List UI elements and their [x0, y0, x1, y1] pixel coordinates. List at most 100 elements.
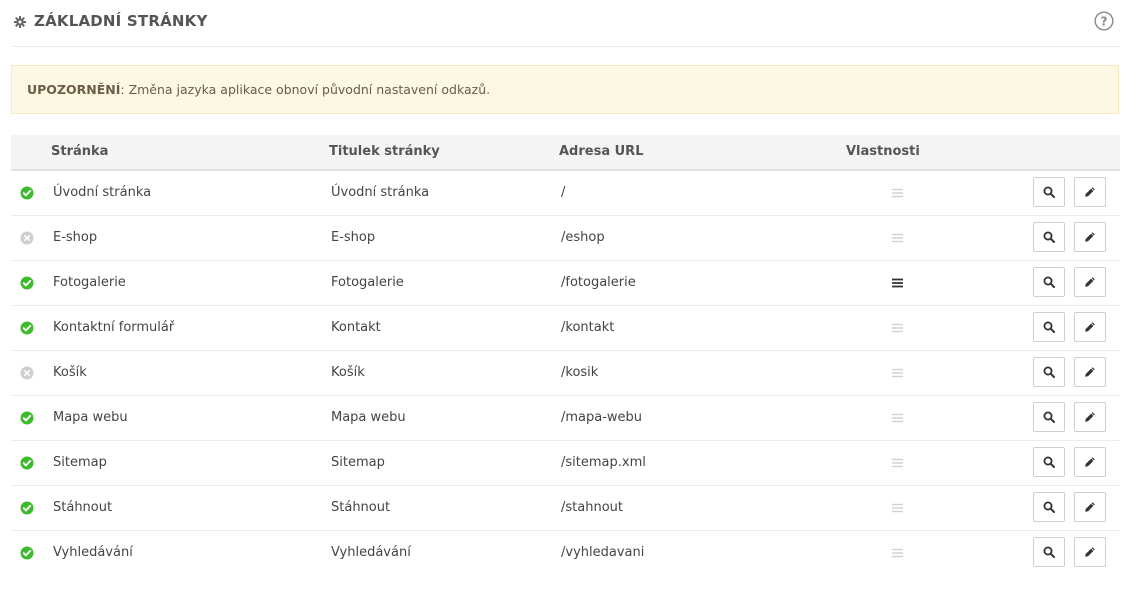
page-title-cell: Sitemap [331, 455, 385, 470]
page-title-cell: E-shop [331, 230, 376, 245]
page-name: Sitemap [53, 455, 107, 470]
edit-button[interactable] [1074, 267, 1106, 297]
search-icon [1043, 501, 1055, 513]
help-icon[interactable]: ? [1094, 11, 1114, 31]
page-name: Kontaktní formulář [53, 320, 175, 335]
table-row: Vyhledávání Vyhledávání /vyhledavani [11, 531, 1120, 575]
edit-button[interactable] [1074, 357, 1106, 387]
check-circle-icon[interactable] [20, 501, 34, 515]
menu-lines-icon[interactable] [891, 367, 905, 379]
view-button[interactable] [1033, 447, 1065, 477]
page-url: /eshop [561, 230, 605, 245]
page-title-cell: Mapa webu [331, 410, 406, 425]
edit-button[interactable] [1074, 537, 1106, 567]
table-row: Košík Košík /kosik [11, 351, 1120, 396]
page-name: Úvodní stránka [53, 185, 152, 200]
check-circle-icon[interactable] [20, 321, 34, 335]
x-circle-icon[interactable] [20, 366, 34, 380]
check-circle-icon[interactable] [20, 276, 34, 290]
view-button[interactable] [1033, 492, 1065, 522]
page-url: /kosik [561, 365, 599, 380]
page-name: Vyhledávání [53, 545, 133, 560]
menu-lines-icon[interactable] [891, 322, 905, 334]
pages-table: Stránka Titulek stránky Adresa URL Vlast… [11, 135, 1120, 575]
menu-lines-icon[interactable] [891, 457, 905, 469]
check-circle-icon[interactable] [20, 546, 34, 560]
page-url: /fotogalerie [561, 275, 636, 290]
edit-button[interactable] [1074, 312, 1106, 342]
edit-button[interactable] [1074, 222, 1106, 252]
page-name: Mapa webu [53, 410, 128, 425]
edit-button[interactable] [1074, 492, 1106, 522]
search-icon [1043, 546, 1055, 558]
page-url: /kontakt [561, 320, 615, 335]
table-row: Fotogalerie Fotogalerie /fotogalerie [11, 261, 1120, 306]
view-button[interactable] [1033, 312, 1065, 342]
edit-button[interactable] [1074, 402, 1106, 432]
check-circle-icon[interactable] [20, 456, 34, 470]
table-row: E-shop E-shop /eshop [11, 216, 1120, 261]
page-name: Fotogalerie [53, 275, 126, 290]
menu-lines-icon[interactable] [891, 412, 905, 424]
page-url: / [561, 185, 566, 200]
menu-lines-icon[interactable] [891, 547, 905, 559]
column-header-url: Adresa URL [559, 144, 644, 159]
gear-icon [14, 16, 26, 28]
page-url: /mapa-webu [561, 410, 643, 425]
table-row: Úvodní stránka Úvodní stránka / [11, 171, 1120, 216]
page-title: ZÁKLADNÍ STRÁNKY [34, 12, 208, 30]
pencil-icon [1085, 322, 1095, 332]
page-title-cell: Vyhledávání [331, 545, 411, 560]
pencil-icon [1085, 457, 1095, 467]
table-row: Stáhnout Stáhnout /stahnout [11, 486, 1120, 531]
table-row: Mapa webu Mapa webu /mapa-webu [11, 396, 1120, 441]
svg-text:?: ? [1101, 15, 1108, 29]
view-button[interactable] [1033, 267, 1065, 297]
page-url: /stahnout [561, 500, 623, 515]
page-title-cell: Košík [331, 365, 365, 380]
notice-text: Změna jazyka aplikace obnoví původní nas… [124, 82, 491, 97]
search-icon [1043, 276, 1055, 288]
edit-button[interactable] [1074, 177, 1106, 207]
check-circle-icon[interactable] [20, 411, 34, 425]
table-row: Sitemap Sitemap /sitemap.xml [11, 441, 1120, 486]
pencil-icon [1085, 502, 1095, 512]
pencil-icon [1085, 232, 1095, 242]
pencil-icon [1085, 187, 1095, 197]
search-icon [1043, 321, 1055, 333]
check-circle-icon[interactable] [20, 186, 34, 200]
pencil-icon [1085, 412, 1095, 422]
pencil-icon [1085, 547, 1095, 557]
page-url: /sitemap.xml [561, 455, 646, 470]
x-circle-icon[interactable] [20, 231, 34, 245]
view-button[interactable] [1033, 222, 1065, 252]
language-warning-notice: UPOZORNĚNÍ: Změna jazyka aplikace obnoví… [11, 65, 1119, 114]
view-button[interactable] [1033, 402, 1065, 432]
search-icon [1043, 366, 1055, 378]
page-name: E-shop [53, 230, 98, 245]
page-url: /vyhledavani [561, 545, 645, 560]
page-title-cell: Kontakt [331, 320, 381, 335]
view-button[interactable] [1033, 177, 1065, 207]
table-row: Kontaktní formulář Kontakt /kontakt [11, 306, 1120, 351]
menu-lines-icon[interactable] [891, 277, 905, 289]
search-icon [1043, 411, 1055, 423]
page-header: ZÁKLADNÍ STRÁNKY ? [12, 0, 1120, 47]
table-body: Úvodní stránka Úvodní stránka / E-shop E… [11, 171, 1120, 575]
page-title-cell: Úvodní stránka [331, 185, 430, 200]
page-name: Stáhnout [53, 500, 113, 515]
menu-lines-icon[interactable] [891, 187, 905, 199]
notice-label: UPOZORNĚNÍ [27, 82, 121, 97]
page-title-cell: Stáhnout [331, 500, 391, 515]
menu-lines-icon[interactable] [891, 232, 905, 244]
view-button[interactable] [1033, 357, 1065, 387]
menu-lines-icon[interactable] [891, 502, 905, 514]
pencil-icon [1085, 367, 1095, 377]
edit-button[interactable] [1074, 447, 1106, 477]
column-header-page: Stránka [51, 144, 109, 159]
table-header: Stránka Titulek stránky Adresa URL Vlast… [11, 135, 1120, 171]
page-title-cell: Fotogalerie [331, 275, 404, 290]
page-name: Košík [53, 365, 87, 380]
pencil-icon [1085, 277, 1095, 287]
view-button[interactable] [1033, 537, 1065, 567]
